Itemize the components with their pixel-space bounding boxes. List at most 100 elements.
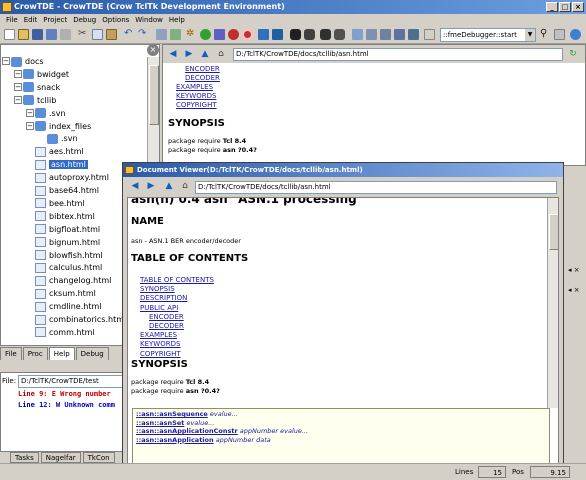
toc-link[interactable]: DESCRIPTION (140, 294, 187, 302)
viewer-url-field[interactable]: D:/TclTK/CrowTDE/docs/tcllib/asn.html (195, 181, 557, 194)
viewer-back-icon[interactable]: ◀ (129, 180, 141, 192)
help-icon[interactable] (570, 29, 581, 40)
goto-line-icon[interactable] (352, 29, 363, 40)
redo-icon[interactable]: ↷ (138, 29, 149, 40)
close-pane-icon[interactable]: × (147, 44, 159, 56)
binoculars-icon[interactable] (290, 29, 301, 40)
expander-icon[interactable]: − (14, 69, 22, 78)
zoom-icon[interactable] (554, 29, 565, 40)
pane-control-icon[interactable]: ◂ × (568, 266, 582, 276)
tab-help[interactable]: Help (48, 347, 75, 360)
settings-icon[interactable]: ✲ (186, 29, 197, 40)
copy-icon[interactable] (92, 29, 103, 40)
tab-file[interactable]: File (0, 347, 22, 360)
viewer-forward-icon[interactable]: ▶ (145, 180, 157, 192)
tree-folder[interactable]: bwidget (23, 68, 69, 81)
tree-file[interactable]: combinatorics.html (35, 313, 126, 326)
replace-icon[interactable] (320, 29, 331, 40)
tree-file[interactable]: bee.html (35, 197, 85, 210)
prev-bookmark-icon[interactable] (380, 29, 391, 40)
menu-item-help[interactable]: Help (166, 14, 188, 26)
tree-scroll-thumb[interactable] (149, 65, 159, 125)
tree-file[interactable]: changelog.html (35, 274, 111, 287)
step-icon[interactable] (214, 29, 225, 40)
chevron-down-icon[interactable]: ▼ (525, 29, 535, 41)
new-file-icon[interactable] (4, 29, 15, 40)
up-icon[interactable]: ▲ (199, 48, 211, 60)
print-icon[interactable] (60, 29, 71, 40)
viewer-home-icon[interactable]: ⌂ (179, 180, 191, 192)
code-signature[interactable]: ::asn::asnApplicationConstr appNumber ev… (136, 427, 308, 435)
expander-icon[interactable]: − (26, 108, 34, 117)
tree-folder[interactable]: .svn (47, 132, 78, 145)
output-line-1[interactable]: Line 9: E Wrong number (18, 390, 111, 398)
toc-link[interactable]: KEYWORDS (140, 340, 180, 348)
tree-folder[interactable]: docs (11, 55, 44, 68)
tree-file[interactable]: cksum.html (35, 287, 96, 300)
back-icon[interactable]: ◀ (167, 48, 179, 60)
proc-combo[interactable]: ::fmeDebugger::start ▼ (440, 28, 536, 42)
output-line-2[interactable]: Line 12: W Unknown comm (18, 401, 115, 409)
open-folder-icon[interactable] (18, 29, 29, 40)
tree-file[interactable]: comm.html (35, 326, 95, 339)
code-signature[interactable]: ::asn::asnSequence evalue... (136, 410, 238, 418)
doc-link-decoder[interactable]: DECODER (185, 74, 220, 82)
proc-icon[interactable] (424, 29, 435, 40)
code-signature[interactable]: ::asn::asnApplication appNumber data (136, 436, 271, 444)
menu-item-window[interactable]: Window (132, 14, 166, 26)
code-signature[interactable]: ::asn::asnSet evalue... (136, 419, 214, 427)
expander-icon[interactable]: − (14, 82, 22, 91)
toc-link[interactable]: TABLE OF CONTENTS (140, 276, 214, 284)
toc-link[interactable]: EXAMPLES (140, 331, 177, 339)
refresh-icon[interactable]: ↻ (567, 48, 579, 60)
forward-icon[interactable]: ▶ (183, 48, 195, 60)
outdent-icon[interactable] (170, 29, 181, 40)
breakpoint-icon[interactable] (242, 29, 253, 40)
doc-link-keywords[interactable]: KEYWORDS (176, 92, 216, 100)
menu-item-options[interactable]: Options (99, 14, 132, 26)
tree-file[interactable]: bignum.html (35, 236, 100, 249)
expander-icon[interactable]: − (2, 57, 10, 65)
viewer-scrollbar[interactable] (547, 198, 558, 408)
bottom-tab-tkcon[interactable]: TkCon (82, 452, 115, 463)
menu-item-project[interactable]: Project (40, 14, 70, 26)
tree-file[interactable]: bigfloat.html (35, 223, 100, 236)
toc-link[interactable]: SYNOPSIS (140, 285, 175, 293)
find-in-files-icon[interactable] (334, 29, 345, 40)
undo-icon[interactable]: ↶ (124, 29, 135, 40)
toc-link[interactable]: ENCODER (149, 313, 184, 321)
expander-icon[interactable]: − (14, 95, 22, 104)
menu-item-debug[interactable]: Debug (70, 14, 99, 26)
tab-debug[interactable]: Debug (75, 347, 109, 360)
toc-link[interactable]: PUBLIC API (140, 304, 178, 312)
tree-file[interactable]: cmdline.html (35, 300, 101, 313)
indent-icon[interactable] (156, 29, 167, 40)
tree-file[interactable]: calculus.html (35, 261, 102, 274)
tree-file[interactable]: bibtex.html (35, 210, 95, 223)
output-file-field[interactable]: D:/TclTK/CrowTDE/test (18, 375, 126, 388)
proc-list-icon[interactable] (408, 29, 419, 40)
toc-link[interactable]: DECODER (149, 322, 184, 330)
minimize-button[interactable]: _ (546, 2, 558, 12)
viewer-scroll-thumb[interactable] (549, 214, 558, 250)
window-icon[interactable] (272, 29, 283, 40)
debug-icon[interactable] (258, 29, 269, 40)
menu-item-edit[interactable]: Edit (21, 14, 41, 26)
doc-link-copyright[interactable]: COPYRIGHT (176, 101, 217, 109)
tab-proc[interactable]: Proc (22, 347, 48, 360)
next-bookmark-icon[interactable] (394, 29, 405, 40)
bottom-tab-nagelfar[interactable]: Nagelfar (40, 452, 81, 463)
save-icon[interactable] (32, 29, 43, 40)
doc-link-examples[interactable]: EXAMPLES (176, 83, 213, 91)
tree-folder[interactable]: index_files (35, 120, 91, 133)
bottom-tab-tasks[interactable]: Tasks (10, 452, 39, 463)
stop-icon[interactable] (228, 29, 239, 40)
bookmark-icon[interactable] (366, 29, 377, 40)
tree-file[interactable]: asn.html (35, 158, 88, 171)
tree-file[interactable]: aes.html (35, 145, 84, 158)
tree-file[interactable]: autoproxy.html (35, 171, 109, 184)
tree-file[interactable]: base64.html (35, 184, 99, 197)
doc-url-field[interactable]: D:/TclTK/CrowTDE/docs/tcllib/asn.html (233, 48, 563, 61)
tree-folder[interactable]: snack (23, 81, 60, 94)
close-button[interactable]: × (572, 2, 584, 12)
